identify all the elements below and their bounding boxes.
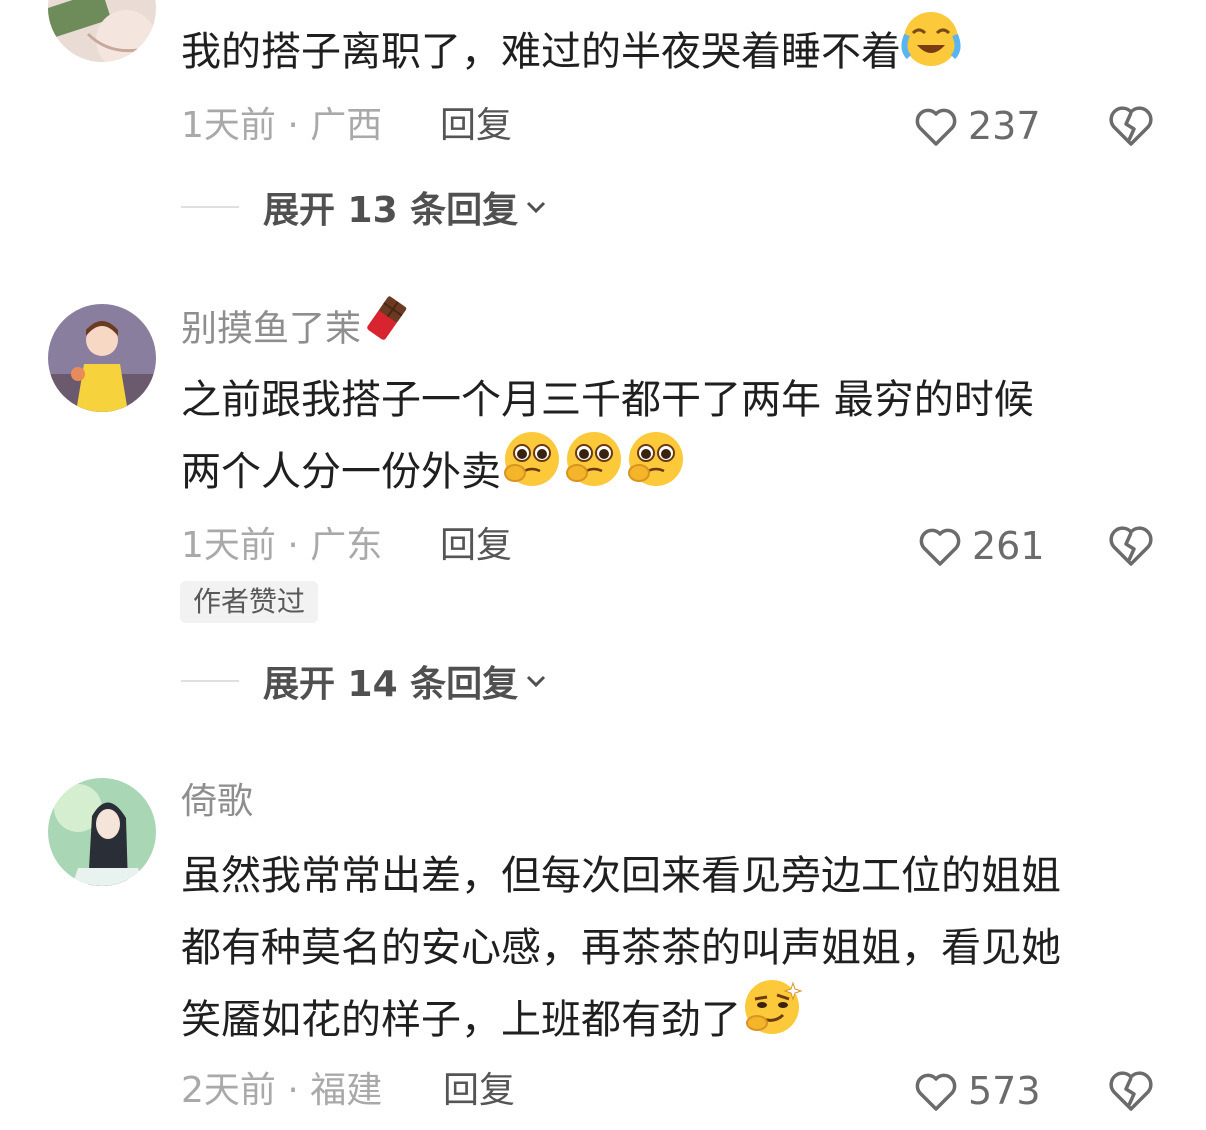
like-button[interactable]: 573 (912, 1067, 1041, 1115)
username[interactable]: 别摸鱼了茉 (181, 296, 417, 357)
chocolate-bar-emoji (361, 296, 417, 357)
expand-replies-button[interactable]: 展开 14 条回复 (181, 656, 550, 706)
dislike-button[interactable] (1106, 520, 1156, 570)
divider (181, 206, 239, 208)
avatar[interactable] (48, 304, 156, 412)
heart-icon (915, 1073, 957, 1111)
like-count: 573 (968, 1069, 1041, 1113)
comment-meta: 1天前 · 广东 (181, 525, 383, 566)
reply-button[interactable]: 回复 (440, 102, 512, 150)
broken-heart-icon (1109, 1071, 1153, 1111)
like-count: 261 (972, 524, 1045, 568)
heart-icon (919, 528, 961, 566)
pleading-face-emoji (563, 429, 625, 512)
crying-laugh-emoji (901, 9, 961, 92)
pleading-face-emoji (501, 429, 563, 512)
dislike-button[interactable] (1106, 100, 1156, 150)
chevron-down-icon (527, 201, 546, 214)
chevron-down-icon (527, 675, 546, 688)
dislike-button[interactable] (1106, 1065, 1156, 1115)
avatar[interactable] (48, 0, 156, 62)
author-liked-badge: 作者赞过 (180, 581, 319, 623)
username[interactable]: 倚歌 (181, 778, 253, 826)
like-count: 237 (968, 104, 1041, 148)
comment-text: 我的搭子离职了，难过的半夜哭着睡不着 (181, 11, 1171, 92)
pleading-face-emoji (625, 429, 687, 512)
broken-heart-icon (1109, 526, 1153, 566)
comment-text: 虽然我常常出差，但每次回来看见旁边工位的姐姐 都有种莫名的安心感，再茶茶的叫声姐… (181, 840, 1171, 1060)
expand-replies-button[interactable]: 展开 13 条回复 (181, 182, 550, 232)
comment-meta: 1天前 · 广西 (181, 105, 383, 146)
comment-text: 之前跟我搭子一个月三千都干了两年 最穷的时候 两个人分一份外卖 (181, 364, 1171, 512)
like-button[interactable]: 237 (912, 102, 1041, 150)
broken-heart-icon (1109, 106, 1153, 146)
heart-icon (915, 108, 957, 146)
reply-button[interactable]: 回复 (440, 522, 512, 570)
reply-button[interactable]: 回复 (443, 1067, 515, 1115)
smirk-thinking-emoji (741, 977, 803, 1060)
comment-meta: 2天前 · 福建 (181, 1070, 383, 1111)
avatar[interactable] (48, 778, 156, 886)
divider (181, 680, 239, 682)
like-button[interactable]: 261 (916, 522, 1045, 570)
